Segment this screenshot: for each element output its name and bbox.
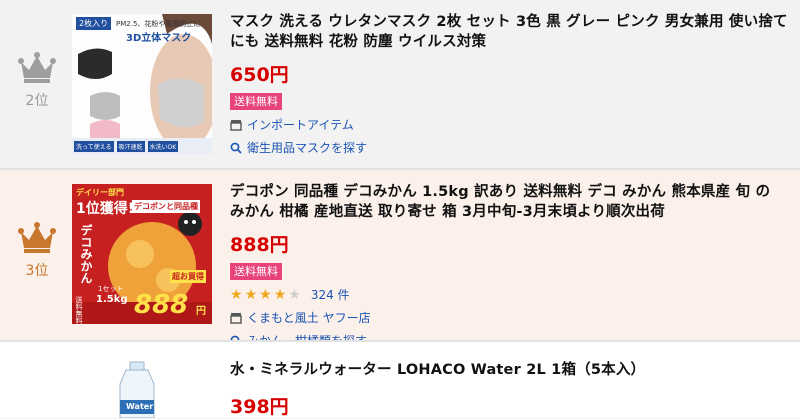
ranking-item-3[interactable]: 3位 デイリー部門 1位獲得! デコポンと同品種 デコみかん 1セット 1.5k… bbox=[0, 170, 800, 348]
thumb-yen: 円 bbox=[196, 306, 206, 317]
store-link[interactable]: くまもと風土 ヤフー店 bbox=[230, 309, 790, 326]
free-shipping-badge: 送料無料 bbox=[230, 93, 282, 110]
rating-stars: ★ ★ ★ ★ ★ 324 件 bbox=[230, 286, 790, 303]
product-title-link[interactable]: デコポン 同品種 デコみかん 1.5kg 訳あり 送料無料 デコ みかん 熊本県… bbox=[230, 182, 790, 222]
category-search-link[interactable]: 衛生用品マスクを探す bbox=[230, 139, 790, 156]
thumb-weight-a: 1セット bbox=[98, 285, 124, 293]
product-price: 888円 bbox=[230, 234, 289, 256]
star-icon: ★ bbox=[259, 286, 272, 303]
product-info: デコポン 同品種 デコみかん 1.5kg 訳あり 送料無料 デコ みかん 熊本県… bbox=[230, 182, 790, 349]
store-icon bbox=[230, 312, 242, 324]
category-search-label: 衛生用品マスクを探す bbox=[247, 141, 368, 155]
thumb-title: 3D立体マスク bbox=[126, 33, 192, 44]
rank-badge: 3位 bbox=[12, 220, 62, 280]
product-price: 398円 bbox=[230, 396, 289, 418]
star-icon: ★ bbox=[230, 286, 243, 303]
thumb-banner: デイリー部門 bbox=[76, 188, 124, 197]
thumb-chip: 洗って使える bbox=[74, 141, 114, 152]
review-count-link[interactable]: 324 件 bbox=[311, 286, 350, 303]
thumb-headline: PM2.5、花粉や風邪防止に bbox=[116, 20, 201, 28]
thumb-name: デコみかん bbox=[79, 224, 93, 284]
thumb-chip: 吸汗速乾 bbox=[116, 141, 145, 152]
store-link[interactable]: インポートアイテム bbox=[230, 116, 790, 133]
star-icon: ★ bbox=[273, 286, 287, 303]
product-title-link[interactable]: 水・ミネラルウォーター LOHACO Water 2L 1箱（5本入） bbox=[230, 360, 790, 380]
product-info: 水・ミネラルウォーター LOHACO Water 2L 1箱（5本入） 398円 bbox=[230, 360, 790, 419]
product-info: マスク 洗える ウレタンマスク 2枚 セット 3色 黒 グレー ピンク 男女兼用… bbox=[230, 12, 790, 156]
product-price: 650円 bbox=[230, 64, 289, 86]
thumb-big-price: 888 bbox=[134, 290, 189, 320]
thumb-label: Water bbox=[126, 402, 154, 411]
rank-label: 2位 bbox=[25, 93, 49, 109]
product-thumbnail[interactable]: デイリー部門 1位獲得! デコポンと同品種 デコみかん 1セット 1.5kg 送… bbox=[72, 184, 212, 324]
store-icon bbox=[230, 119, 242, 131]
product-thumbnail[interactable]: 2枚入り PM2.5、花粉や風邪防止に 3D立体マスク 洗って使える 吸汗速乾 … bbox=[72, 14, 212, 154]
silver-crown-icon bbox=[18, 52, 56, 83]
thumb-sub: デコポンと同品種 bbox=[132, 200, 200, 213]
ranking-item-2[interactable]: 2位 2枚入り PM2.5、花粉や風邪防止に 3D立体マスク 洗って使える 吸汗… bbox=[0, 0, 800, 168]
thumb-tag: 2枚入り bbox=[76, 17, 112, 30]
ranking-item-4[interactable]: Water 水・ミネラルウォーター LOHACO Water 2L 1箱（5本入… bbox=[0, 342, 800, 418]
thumb-first: 1位獲得! bbox=[76, 201, 135, 217]
thumb-shipping: 送料無料 bbox=[75, 296, 83, 324]
thumb-weight-b: 1.5kg bbox=[96, 294, 128, 305]
search-icon bbox=[230, 142, 242, 154]
star-empty-icon: ★ bbox=[288, 286, 301, 303]
bronze-crown-icon bbox=[18, 222, 56, 253]
store-name: くまもと風土 ヤフー店 bbox=[247, 311, 371, 325]
product-thumbnail[interactable]: Water bbox=[72, 358, 212, 418]
rank-label: 3位 bbox=[25, 263, 49, 279]
product-title-link[interactable]: マスク 洗える ウレタンマスク 2枚 セット 3色 黒 グレー ピンク 男女兼用… bbox=[230, 12, 790, 52]
rank-badge: 2位 bbox=[12, 50, 62, 110]
thumb-deal: 超お買得 bbox=[170, 270, 206, 283]
free-shipping-badge: 送料無料 bbox=[230, 263, 282, 280]
star-icon: ★ bbox=[244, 286, 258, 303]
thumb-chip: 水洗いOK bbox=[147, 141, 179, 152]
store-name: インポートアイテム bbox=[247, 118, 354, 132]
